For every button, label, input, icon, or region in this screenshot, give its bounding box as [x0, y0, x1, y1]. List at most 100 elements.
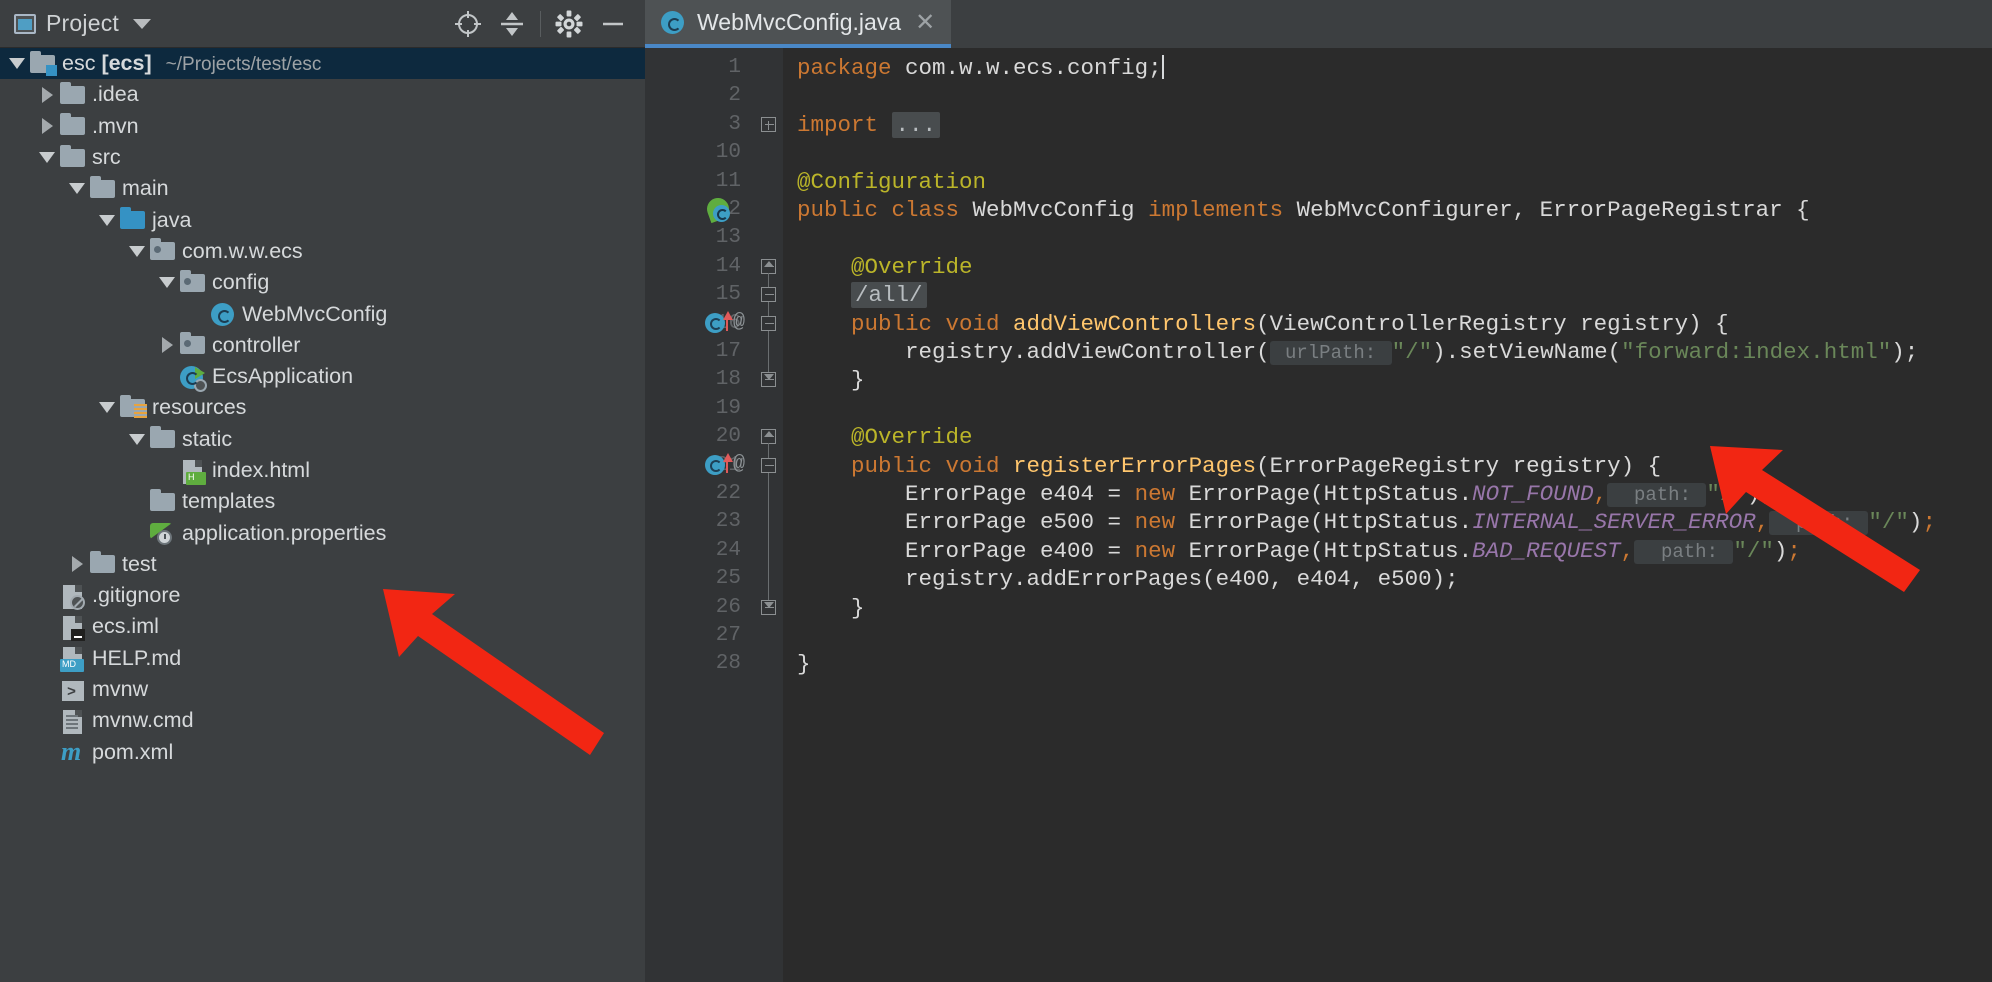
code-line-25[interactable]: registry.addErrorPages(e400, e404, e500)… — [797, 565, 1459, 593]
tree-item-webmvcconfig[interactable]: WebMvcConfig — [0, 298, 645, 329]
tree-item-mvnw-cmd[interactable]: mvnw.cmd — [0, 705, 645, 736]
project-tool-window: Project esc [ecs] ~/Projects/test/esc .i… — [0, 0, 645, 982]
code-line-18[interactable]: } — [797, 366, 865, 394]
line-number: 13 — [715, 226, 741, 250]
tree-item-index-html[interactable]: Hindex.html — [0, 455, 645, 486]
expand-arrow-expanded-icon[interactable] — [96, 205, 118, 236]
line-number: 25 — [715, 567, 741, 591]
expand-arrow-expanded-icon[interactable] — [36, 142, 58, 173]
expand-arrow-expanded-icon[interactable] — [126, 424, 148, 455]
code-editor[interactable]: 1231011121314151617181920212223242526272… — [645, 48, 1992, 982]
expand-arrow-expanded-icon[interactable] — [96, 392, 118, 423]
chevron-down-icon[interactable] — [132, 18, 151, 29]
tree-item-mvnw[interactable]: mvnw — [0, 674, 645, 705]
code-line-14[interactable]: @Override — [797, 253, 973, 281]
code-line-24[interactable]: ErrorPage e400 = new ErrorPage(HttpStatu… — [797, 537, 1801, 566]
close-icon[interactable]: ✕ — [915, 10, 935, 34]
tree-item-static[interactable]: static — [0, 424, 645, 455]
line-number: 24 — [715, 538, 741, 562]
tree-item-label: pom.xml — [92, 739, 174, 764]
implementing-method-icon[interactable] — [705, 452, 733, 477]
annotation-gutter-icon[interactable]: @ — [733, 311, 745, 334]
fold-collapse-icon[interactable] — [761, 315, 777, 332]
expand-arrow-expanded-icon[interactable] — [156, 267, 178, 298]
tree-item-label: .gitignore — [92, 583, 181, 608]
line-number: 22 — [715, 482, 741, 505]
source-root-folder-icon — [118, 206, 148, 234]
tree-item-label: java — [152, 207, 192, 232]
fold-region-cap — [764, 374, 774, 381]
tree-item-pom-xml[interactable]: m pom.xml — [0, 737, 645, 768]
expand-arrow-collapsed-icon[interactable] — [156, 330, 178, 361]
tree-item-ecsapplication[interactable]: EcsApplication — [0, 361, 645, 392]
code-line-11[interactable]: @Configuration — [797, 168, 986, 196]
gear-icon[interactable] — [547, 2, 591, 46]
tree-item-java[interactable]: java — [0, 204, 645, 235]
annotation-gutter-icon[interactable]: @ — [733, 453, 745, 476]
tree-item-label: templates — [182, 489, 276, 514]
line-number: 14 — [715, 254, 741, 278]
expand-arrow-collapsed-icon[interactable] — [36, 79, 58, 110]
tree-item-src[interactable]: src — [0, 142, 645, 173]
header-divider — [540, 10, 541, 37]
code-line-15[interactable]: /all/ — [797, 281, 927, 309]
editor-tab-webmvcconfig[interactable]: WebMvcConfig.java ✕ — [645, 0, 952, 48]
tree-item-controller[interactable]: controller — [0, 330, 645, 361]
locate-icon[interactable] — [446, 2, 490, 46]
code-line-26[interactable]: } — [797, 594, 865, 622]
line-number: 23 — [715, 510, 741, 534]
tree-item-main[interactable]: main — [0, 173, 645, 204]
tree-item-config[interactable]: config — [0, 267, 645, 298]
tree-item-label: WebMvcConfig — [242, 301, 388, 326]
tree-item-gitignore[interactable]: .gitignore — [0, 580, 645, 611]
java-class-icon — [208, 300, 238, 328]
tree-item-com-w-w-ecs[interactable]: com.w.w.ecs — [0, 236, 645, 267]
spring-bean-icon[interactable] — [703, 194, 733, 224]
package-icon — [178, 269, 208, 297]
code-line-1[interactable]: package com.w.w.ecs.config; — [797, 54, 1164, 82]
fold-collapse-icon[interactable] — [761, 287, 777, 303]
code-line-28[interactable]: } — [797, 650, 811, 678]
fold-collapse-icon[interactable] — [761, 457, 777, 474]
tree-item-resources[interactable]: resources — [0, 392, 645, 423]
tree-item-ecs-iml[interactable]: ecs.iml — [0, 611, 645, 642]
tree-item-mvn[interactable]: .mvn — [0, 111, 645, 142]
tree-item-help-md[interactable]: MD HELP.md — [0, 643, 645, 674]
code-line-17[interactable]: registry.addViewController( urlPath: "/"… — [797, 338, 1918, 367]
code-line-21[interactable]: public void registerErrorPages(ErrorPage… — [797, 452, 1661, 480]
code-folding-gutter[interactable] — [755, 48, 783, 982]
code-line-16[interactable]: public void addViewControllers(ViewContr… — [797, 310, 1729, 338]
fold-expand-icon[interactable] — [761, 116, 777, 133]
project-file-tree[interactable]: esc [ecs] ~/Projects/test/esc .idea .mvn src… — [0, 48, 645, 768]
line-number: 28 — [715, 652, 741, 676]
tree-item-idea[interactable]: .idea — [0, 79, 645, 110]
collapse-all-icon[interactable] — [490, 2, 534, 46]
tree-item-application-properties[interactable]: application.properties — [0, 517, 645, 548]
line-number: 10 — [715, 141, 741, 165]
code-line-20[interactable]: @Override — [797, 423, 973, 451]
expand-arrow-expanded-icon[interactable] — [6, 48, 28, 79]
tree-item-path: ~/Projects/test/esc — [165, 53, 322, 75]
folder-icon — [58, 112, 88, 140]
implementing-method-icon[interactable] — [705, 310, 733, 335]
tree-item-esc-ecs[interactable]: esc [ecs] ~/Projects/test/esc — [0, 48, 645, 80]
tree-item-templates[interactable]: templates — [0, 486, 645, 517]
code-line-22[interactable]: ErrorPage e404 = new ErrorPage(HttpStatu… — [797, 480, 1774, 509]
code-line-23[interactable]: ErrorPage e500 = new ErrorPage(HttpStatu… — [797, 508, 1936, 537]
code-content[interactable]: package com.w.w.ecs.config; import ... @Co… — [783, 48, 1992, 982]
tree-item-label: src — [92, 145, 121, 170]
expand-arrow-expanded-icon[interactable] — [126, 236, 148, 267]
code-line-3[interactable]: import ... — [797, 111, 941, 139]
tree-item-test[interactable]: test — [0, 549, 645, 580]
expand-arrow-collapsed-icon[interactable] — [36, 111, 58, 142]
line-number: 27 — [715, 624, 741, 647]
expand-arrow-expanded-icon[interactable] — [66, 173, 88, 204]
minimize-icon[interactable] — [591, 2, 635, 46]
expand-arrow-collapsed-icon[interactable] — [66, 549, 88, 580]
code-line-12[interactable]: public class WebMvcConfig implements Web… — [797, 196, 1810, 224]
folder-icon — [148, 425, 178, 453]
